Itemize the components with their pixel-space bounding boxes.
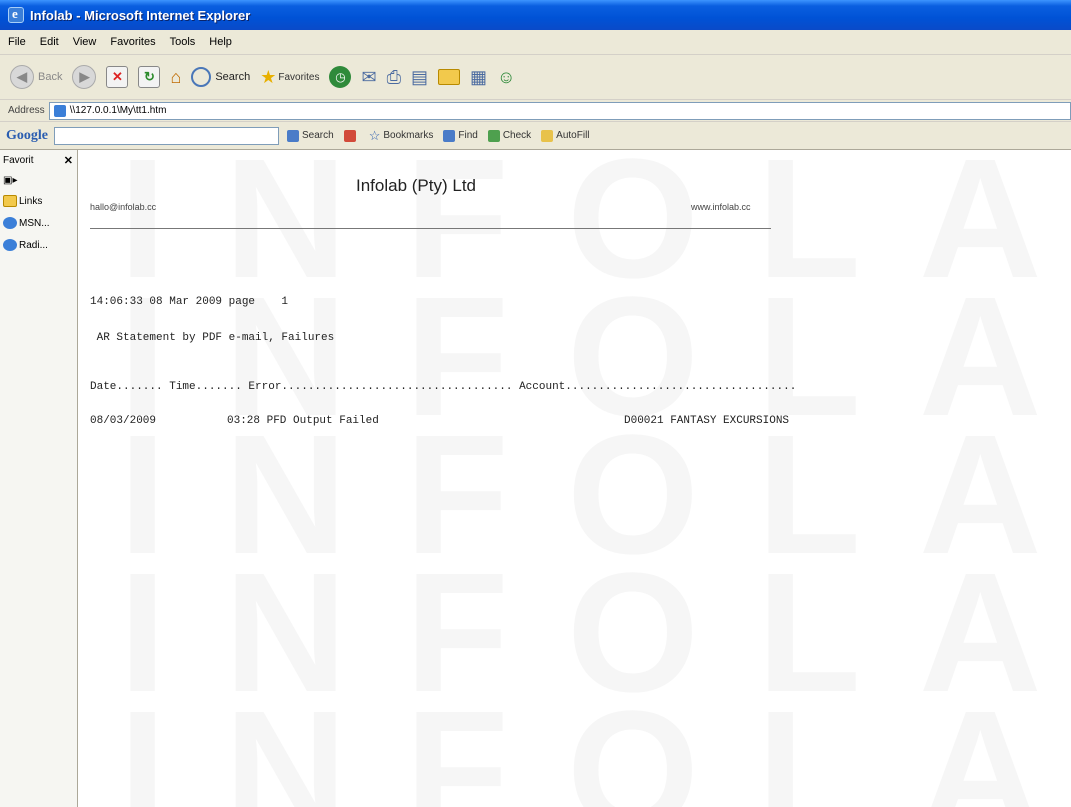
spellcheck-icon	[487, 129, 500, 142]
stop-icon: ✕	[106, 66, 129, 88]
favorites-panel: Favorit ✕ ▣▸ Links MSN... Radi...	[0, 150, 78, 807]
check-button[interactable]: Check	[487, 129, 532, 142]
close-icon[interactable]: ✕	[64, 154, 73, 167]
search-button[interactable]: Search	[191, 67, 250, 87]
favorite-item-radio[interactable]: Radi...	[0, 234, 77, 256]
address-bar: Address \\127.0.0.1\My\tt1.htm	[0, 100, 1071, 122]
row-account: D00021 FANTASY EXCURSIONS	[624, 415, 790, 427]
favorites-label: Favorites	[278, 71, 320, 83]
magnifier-icon	[287, 129, 299, 142]
favorite-item-links[interactable]: Links	[0, 190, 77, 212]
bookmark-star-icon: ☆	[368, 127, 381, 143]
menu-help[interactable]: Help	[209, 36, 232, 48]
search-label: Search	[215, 71, 251, 83]
watermark: INFOLAB INFOLAB INFOLAB INFOLAB INFOLAB	[119, 150, 1071, 807]
search-icon	[191, 67, 212, 87]
header-divider	[90, 228, 771, 229]
home-button[interactable]: ⌂	[170, 67, 181, 88]
menu-tools[interactable]: Tools	[170, 36, 196, 48]
favorites-panel-header: Favorit ✕	[0, 150, 77, 170]
address-label: Address	[8, 105, 45, 116]
autofill-button[interactable]: AutoFill	[541, 129, 590, 142]
edit-icon: ▤	[410, 66, 428, 87]
check-label: Check	[502, 130, 532, 141]
forward-button[interactable]: ▶	[72, 65, 97, 89]
back-label: Back	[38, 71, 63, 83]
popup-blocker-icon	[343, 129, 356, 142]
google-logo[interactable]: Google	[6, 128, 48, 144]
popup-blocker-button[interactable]	[343, 129, 359, 142]
autofill-label: AutoFill	[556, 130, 590, 141]
favorite-item-label: Radi...	[19, 239, 48, 251]
mail-button[interactable]: ✉	[361, 67, 376, 88]
menu-favorites[interactable]: Favorites	[110, 36, 155, 48]
ie-page-icon	[3, 239, 17, 251]
ie-page-icon	[3, 217, 17, 229]
website-link[interactable]: www.infolab.cc	[691, 202, 751, 212]
favorites-button[interactable]: ★ Favorites	[260, 67, 319, 88]
history-icon: ◷	[329, 66, 352, 88]
favorites-panel-title: Favorit	[3, 154, 34, 166]
messenger-icon: ☺	[497, 66, 516, 87]
address-url: \\127.0.0.1\My\tt1.htm	[69, 105, 167, 116]
history-button[interactable]: ◷	[329, 66, 352, 88]
stop-button[interactable]: ✕	[106, 66, 129, 88]
mail-icon: ✉	[361, 66, 377, 87]
google-search-input[interactable]	[54, 126, 279, 145]
page-icon	[53, 104, 66, 117]
refresh-button[interactable]: ↻	[138, 66, 161, 88]
bookmarks-label: Bookmarks	[383, 130, 434, 141]
google-search-label: Search	[302, 130, 334, 141]
home-icon: ⌂	[170, 66, 182, 87]
page-content: INFOLAB INFOLAB INFOLAB INFOLAB INFOLAB …	[79, 150, 1071, 807]
google-search-button[interactable]: Search	[287, 129, 334, 142]
edit-button[interactable]: ▤	[411, 67, 428, 88]
research-icon: ▦	[469, 66, 487, 87]
menu-view[interactable]: View	[73, 36, 97, 48]
ie-icon	[8, 6, 24, 23]
menu-file[interactable]: File	[8, 36, 26, 48]
column-headers: Date....... Time....... Error...........…	[90, 381, 797, 393]
menu-edit[interactable]: Edit	[40, 36, 59, 48]
find-icon	[443, 129, 456, 142]
favorite-item-msn[interactable]: MSN...	[0, 212, 77, 234]
google-toolbar: Google Search ☆ Bookmarks Find Check Aut…	[0, 122, 1071, 150]
forward-arrow-icon: ▶	[72, 65, 97, 89]
folder-button[interactable]	[437, 69, 460, 85]
favorite-item-label: MSN...	[19, 217, 50, 229]
window-title: Infolab - Microsoft Internet Explorer	[30, 7, 251, 23]
favorite-item-label: Links	[19, 195, 43, 207]
standard-toolbar: ◀ Back ▶ ✕ ↻ ⌂ Search ★ Favorites ◷ ✉ ⎙ …	[0, 55, 1071, 100]
bookmarks-button[interactable]: ☆ Bookmarks	[369, 128, 434, 144]
find-label: Find	[458, 130, 478, 141]
timestamp-line: 14:06:33 08 Mar 2009 page 1	[90, 296, 289, 308]
messenger-button[interactable]: ☺	[497, 67, 515, 88]
research-button[interactable]: ▦	[470, 67, 487, 88]
back-arrow-icon: ◀	[10, 65, 34, 89]
folder-icon	[437, 69, 460, 85]
address-input[interactable]: \\127.0.0.1\My\tt1.htm	[48, 101, 1071, 120]
email-link[interactable]: hallo@infolab.cc	[90, 202, 156, 212]
report-title: AR Statement by PDF e-mail, Failures	[90, 332, 335, 344]
row-date: 08/03/2009	[90, 415, 157, 427]
print-button[interactable]: ⎙	[387, 67, 401, 88]
favorites-tools[interactable]: ▣▸	[0, 170, 77, 190]
window-title-bar: Infolab - Microsoft Internet Explorer	[0, 0, 1071, 30]
folder-icon	[3, 195, 17, 207]
back-button[interactable]: ◀ Back	[10, 65, 62, 89]
autofill-icon	[541, 129, 554, 142]
menu-bar: File Edit View Favorites Tools Help	[0, 30, 1071, 55]
find-button[interactable]: Find	[443, 129, 478, 142]
add-favorite-icon[interactable]: ▣▸	[3, 175, 17, 186]
printer-icon: ⎙	[386, 66, 401, 87]
star-icon: ★	[260, 66, 277, 87]
row-time-error: 03:28 PFD Output Failed	[227, 415, 379, 427]
company-name: Infolab (Pty) Ltd	[356, 176, 477, 195]
refresh-icon: ↻	[138, 66, 161, 88]
